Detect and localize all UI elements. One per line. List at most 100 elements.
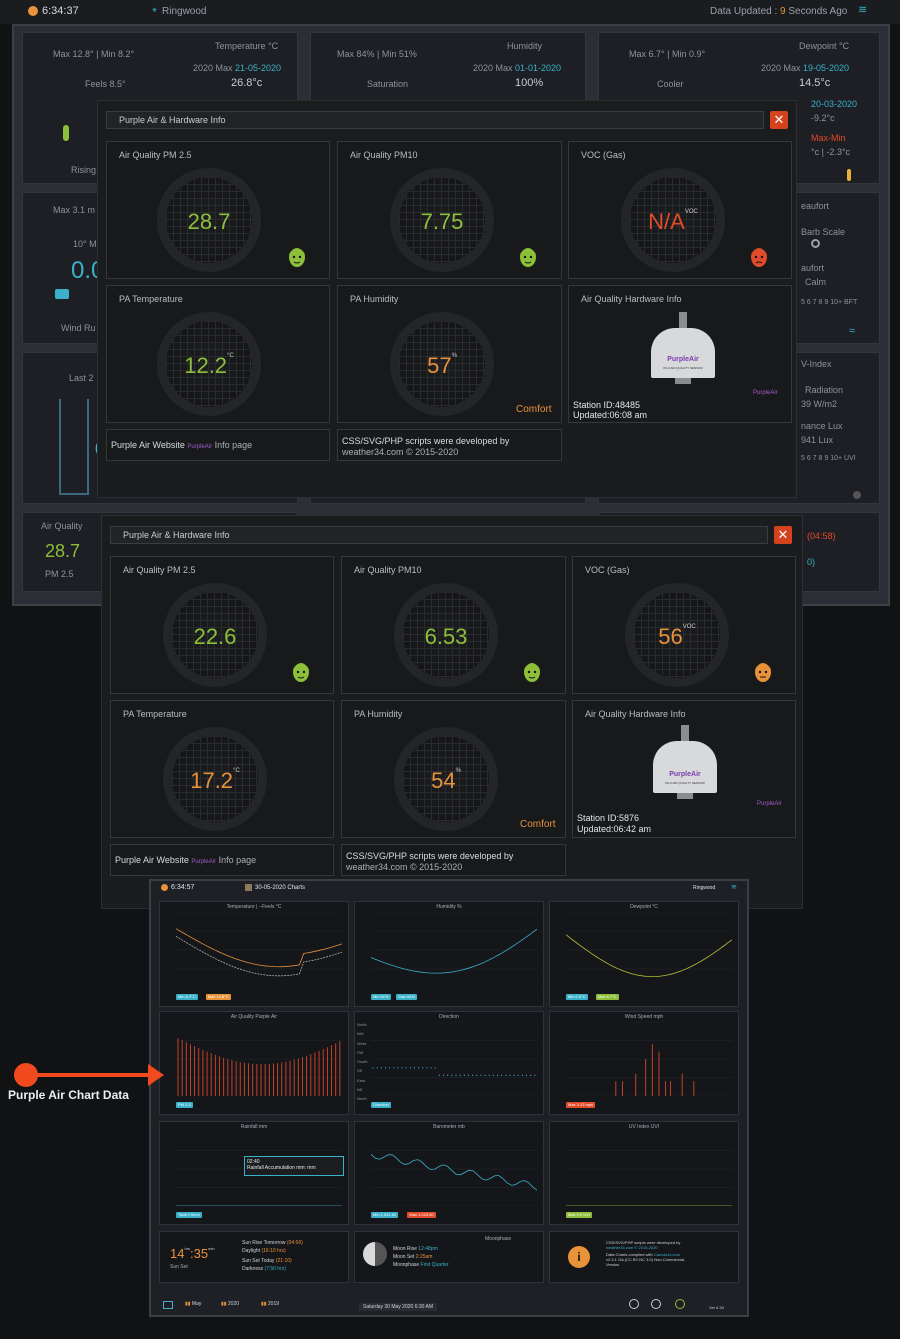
chart-panel-dir[interactable]: Direction Direction North NW West SW South SE Ea… bbox=[354, 1011, 544, 1115]
station-id: Station ID:48485 bbox=[573, 400, 641, 410]
pm25-panel: Air Quality PM 2.5 28.7 bbox=[106, 141, 330, 279]
website-link[interactable]: Purple Air Website PurpleAir Info page bbox=[111, 440, 252, 450]
temp-value: 17.2°C bbox=[190, 768, 240, 793]
uv-lux: nance Lux bbox=[801, 421, 843, 431]
humidity-gauge: 54% bbox=[394, 727, 498, 831]
direction-label: East bbox=[357, 1077, 366, 1083]
chart-panel-temp[interactable]: Temperature | --Feels °C Min 8.2°C Max 12.… bbox=[159, 901, 349, 1007]
chart-panel-hum[interactable]: Humidity % Min 51% Max 84% bbox=[354, 901, 544, 1007]
chart-plot bbox=[371, 1022, 537, 1096]
chart-2019-button[interactable]: ▮▮ 2019 bbox=[261, 1301, 279, 1307]
calendar-icon bbox=[245, 884, 252, 891]
info-line-5: Version bbox=[606, 1262, 620, 1267]
chart-2020-button[interactable]: ▮▮ 2020 bbox=[221, 1301, 239, 1307]
hum-sub: Saturation bbox=[367, 79, 409, 89]
sun-rise-tomorrow: Sun Rise Tomorrow (04:56) bbox=[242, 1240, 303, 1246]
chart-tag: Max 12.8°C bbox=[205, 994, 231, 1000]
chart-panel-uv[interactable]: UV Index UVI Max 0.0 UVI bbox=[549, 1121, 739, 1225]
chart-panel-wind[interactable]: Wind Speed mph Max 3.13 mph bbox=[549, 1011, 739, 1115]
sensor-model: PA-II AIR QUALITY SENSOR bbox=[665, 781, 705, 785]
clock-icon bbox=[28, 6, 38, 16]
series-line bbox=[176, 935, 342, 977]
rain-last: Last 2 bbox=[69, 373, 94, 383]
temp-value: 12.2°C bbox=[184, 353, 234, 378]
location-pin-icon: ⌖ bbox=[152, 5, 158, 15]
chart-tag: PM 2.5 bbox=[176, 1102, 193, 1108]
purpleair-website-link[interactable]: Purple Air Website PurpleAir Info page bbox=[110, 844, 334, 876]
station-updated: Updated:06:08 am bbox=[573, 410, 648, 420]
card-title: Dewpoint °C bbox=[799, 41, 850, 51]
aq-value: 28.7 bbox=[45, 541, 81, 561]
series-line bbox=[371, 1153, 537, 1191]
chart-tag: Max 0.0 UVI bbox=[566, 1212, 593, 1218]
hum-year-value: 100% bbox=[515, 77, 544, 89]
pa-humidity-panel: PA Humidity 57% Comfort bbox=[337, 285, 562, 423]
hardware-info-panel: Air Quality Hardware Info PurpleAir PA-I… bbox=[568, 285, 792, 423]
face-green-icon bbox=[291, 657, 311, 683]
website-link[interactable]: Purple Air Website PurpleAir Info page bbox=[115, 855, 256, 865]
temp-year-date: 21-05-2020 bbox=[235, 63, 282, 73]
charts-footer: ▮▮ May ▮▮ 2020 ▮▮ 2019 Saturday 30 May 2… bbox=[151, 1295, 747, 1315]
pm10-value: 6.53 bbox=[424, 624, 468, 649]
direction-point bbox=[372, 1067, 374, 1069]
direction-point bbox=[430, 1067, 432, 1069]
direction-point bbox=[397, 1067, 399, 1069]
refresh-icon[interactable] bbox=[675, 1299, 685, 1309]
purpleair-sensor-image: PurpleAir PA-II AIR QUALITY SENSOR bbox=[653, 725, 717, 809]
direction-point bbox=[455, 1074, 457, 1076]
voc-value: N/AVOC bbox=[648, 209, 698, 234]
home-icon[interactable] bbox=[163, 1301, 173, 1309]
direction-point bbox=[447, 1074, 449, 1076]
series-line bbox=[566, 934, 732, 977]
aq-right-val: 0) bbox=[807, 557, 816, 567]
chart-title: Wind Speed mph bbox=[624, 1014, 664, 1020]
panel-title: Air Quality PM 2.5 bbox=[119, 150, 192, 160]
direction-point bbox=[393, 1067, 395, 1069]
daylight-hours: 14hrs:35min bbox=[170, 1246, 215, 1261]
wind-avg: 10° Mi bbox=[73, 239, 99, 249]
copyright-icon[interactable] bbox=[651, 1299, 661, 1309]
dew-maxmin: Max 6.7° | Min 0.9° bbox=[629, 49, 706, 59]
chart-panel-rain[interactable]: Rainfall mm Total 0.0mm 02:40 Rainfall Accu… bbox=[159, 1121, 349, 1225]
voc-gauge: 56VOC bbox=[625, 583, 729, 687]
purpleair-website-link[interactable]: Purple Air Website PurpleAir Info page bbox=[106, 429, 330, 461]
chart-panel-dew[interactable]: Dewpoint °C Min 0.9°C Max 6.7°C bbox=[549, 901, 739, 1007]
close-button[interactable]: ✕ bbox=[770, 111, 788, 129]
direction-label: South bbox=[357, 1059, 368, 1064]
chart-panel-aq[interactable]: Air Quality Purple Air PM 2.5 bbox=[159, 1011, 349, 1115]
sun-label: Sun Set bbox=[170, 1264, 188, 1270]
chart-tag: Direction bbox=[371, 1102, 391, 1108]
chart-plot bbox=[566, 912, 732, 988]
direction-point bbox=[496, 1074, 499, 1076]
sun-set-today: Sun Set Today (21:10) bbox=[242, 1258, 292, 1264]
uv-radiation: Radiation bbox=[805, 385, 844, 395]
chart-may-button[interactable]: ▮▮ May bbox=[185, 1301, 201, 1307]
info-icon[interactable]: i bbox=[568, 1246, 590, 1268]
info-circle-icon[interactable] bbox=[629, 1299, 639, 1309]
dew-year-label: 2020 Max bbox=[761, 63, 801, 73]
location-name: Ringwood bbox=[162, 6, 207, 17]
pa-temperature-panel: PA Temperature 17.2°C bbox=[110, 700, 334, 838]
moon-icon bbox=[363, 1242, 387, 1266]
credit-line-1: CSS/SVG/PHP scripts were developed by bbox=[342, 436, 510, 446]
temp-gauge: 17.2°C bbox=[163, 727, 267, 831]
purple-air-modal-1: Purple Air & Hardware Info ✕ Air Quality… bbox=[97, 100, 797, 498]
direction-point bbox=[530, 1074, 532, 1076]
uv-scale: 5 6 7 8 9 10+ UVI bbox=[801, 455, 856, 462]
aq-right-time: (04:58) bbox=[807, 531, 836, 541]
wifi-icon: ≋ bbox=[858, 4, 868, 16]
chart-tag: Min 51% bbox=[371, 994, 391, 1000]
face-red-icon bbox=[749, 242, 769, 268]
direction-label: North bbox=[357, 1096, 367, 1101]
dew-year-value: 14.5°c bbox=[799, 77, 831, 89]
chart-plot bbox=[371, 1132, 537, 1206]
direction-point bbox=[501, 1074, 503, 1076]
panel-title: Air Quality PM10 bbox=[350, 150, 418, 160]
close-button[interactable]: ✕ bbox=[774, 526, 792, 544]
data-updated: Data Updated : 9 Seconds Ago bbox=[710, 6, 848, 17]
direction-point bbox=[534, 1074, 536, 1076]
direction-label: North bbox=[357, 1022, 367, 1027]
chart-panel-baro[interactable]: Barometer mb Min 1,021.81 Max 1,023.00 bbox=[354, 1121, 544, 1225]
temp-year-value: 26.8°c bbox=[231, 77, 263, 89]
radio-icon[interactable] bbox=[811, 239, 820, 248]
